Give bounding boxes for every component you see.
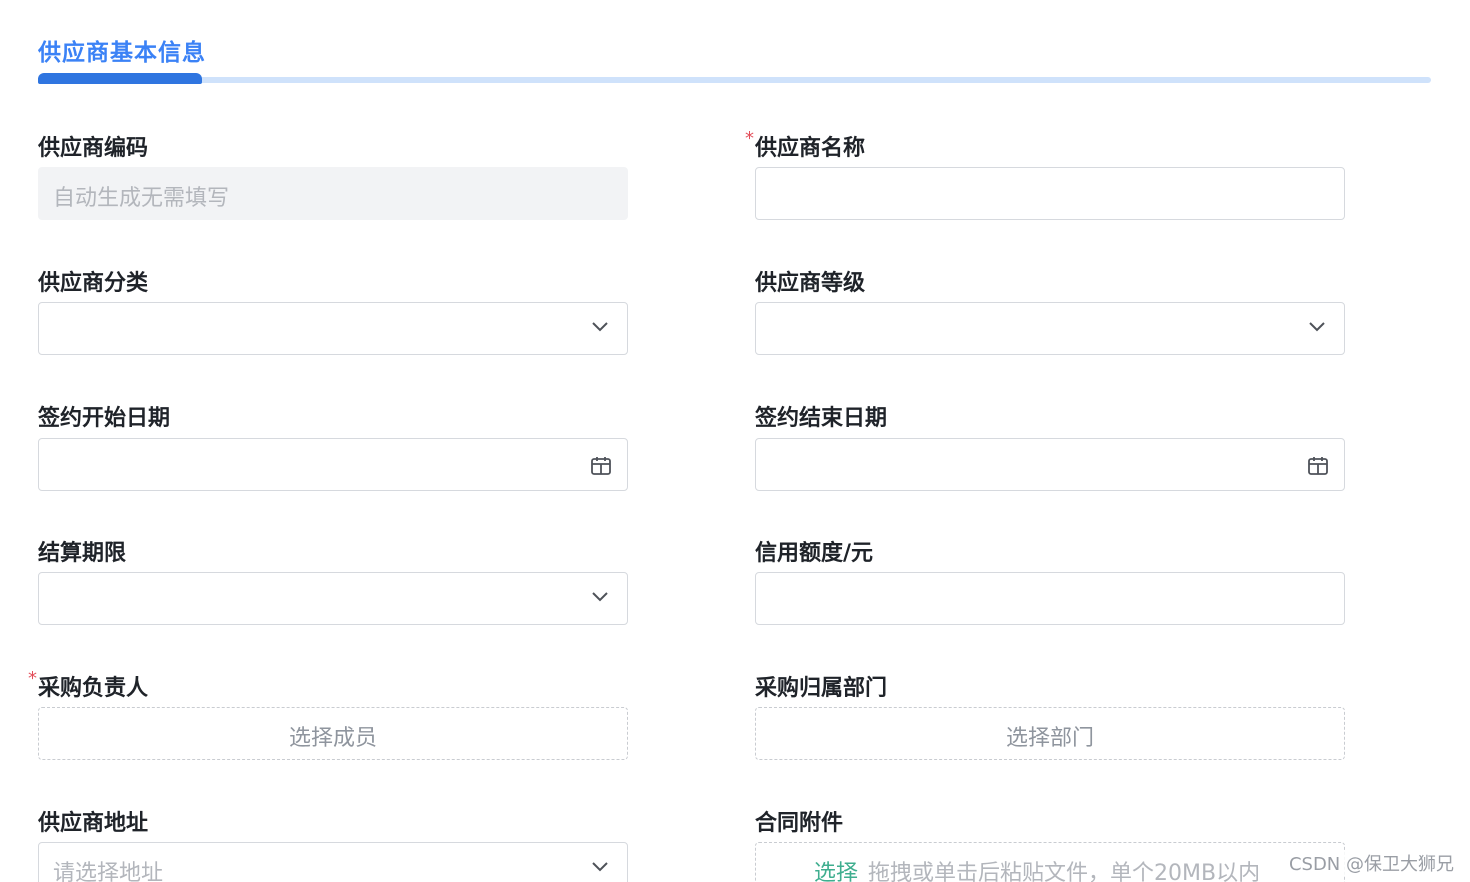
supplier-name-label-wrap: * 供应商名称	[745, 128, 866, 162]
upload-hint-text: 拖拽或单击后粘贴文件，单个20MB以内	[868, 861, 1261, 882]
supplier-code-placeholder: 自动生成无需填写	[53, 186, 230, 211]
supplier-category-label: 供应商分类	[38, 271, 149, 296]
chevron-down-icon	[592, 592, 608, 602]
contract-attachment-label: 合同附件	[755, 811, 844, 836]
select-department-text: 选择部门	[1005, 726, 1094, 751]
calendar-icon	[591, 457, 611, 475]
supplier-level-label: 供应商等级	[755, 271, 866, 296]
purchase-owner-label-wrap: * 采购负责人	[28, 668, 149, 702]
purchase-owner-label: 采购负责人	[38, 676, 149, 701]
chevron-down-icon	[1309, 322, 1325, 332]
purchase-department-label: 采购归属部门	[755, 676, 888, 701]
contract-attachment-upload[interactable]: 选择 拖拽或单击后粘贴文件，单个20MB以内	[755, 842, 1345, 882]
supplier-level-select[interactable]	[755, 302, 1345, 355]
calendar-icon	[1308, 457, 1328, 475]
credit-limit-input[interactable]	[755, 572, 1345, 625]
select-department-button[interactable]: 选择部门	[755, 707, 1345, 760]
contract-end-date-label: 签约结束日期	[755, 406, 888, 431]
section-title-underline	[38, 73, 202, 84]
supplier-address-placeholder: 请选择地址	[53, 861, 164, 882]
contract-start-date-label: 签约开始日期	[38, 406, 171, 431]
contract-end-date-picker[interactable]	[755, 438, 1345, 491]
required-mark: *	[745, 128, 754, 149]
supplier-name-label: 供应商名称	[755, 136, 866, 161]
settlement-period-label: 结算期限	[38, 541, 127, 566]
supplier-code-field: 自动生成无需填写	[38, 167, 628, 220]
select-member-text: 选择成员	[288, 726, 377, 751]
supplier-address-label: 供应商地址	[38, 811, 149, 836]
required-mark: *	[28, 668, 37, 689]
chevron-down-icon	[592, 862, 608, 872]
settlement-period-select[interactable]	[38, 572, 628, 625]
chevron-down-icon	[592, 322, 608, 332]
upload-hint: 选择 拖拽或单击后粘贴文件，单个20MB以内	[814, 855, 1260, 882]
section-title: 供应商基本信息	[38, 40, 206, 66]
select-member-button[interactable]: 选择成员	[38, 707, 628, 760]
supplier-category-select[interactable]	[38, 302, 628, 355]
watermark: CSDN @保卫大狮兄	[1286, 850, 1454, 876]
section-title-track	[38, 77, 1431, 83]
contract-start-date-picker[interactable]	[38, 438, 628, 491]
supplier-code-label: 供应商编码	[38, 136, 149, 161]
upload-pick-link[interactable]: 选择	[814, 861, 858, 882]
supplier-name-input[interactable]	[755, 167, 1345, 220]
credit-limit-label: 信用额度/元	[755, 541, 874, 566]
supplier-address-select[interactable]: 请选择地址	[38, 842, 628, 882]
